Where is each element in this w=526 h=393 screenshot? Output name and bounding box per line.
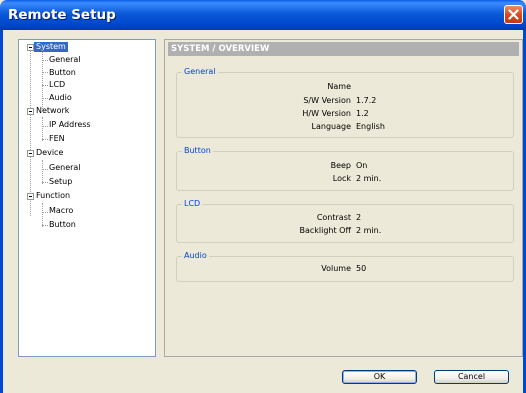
language-label: Language	[311, 122, 351, 131]
tree-connector	[42, 182, 48, 183]
lcd-group: LCD Contrast 2 Backlight Off 2 min.	[176, 199, 514, 243]
tree-connector	[42, 139, 48, 140]
tree-item-network[interactable]: Network	[36, 106, 69, 116]
button-group: Button Beep On Lock 2 min.	[176, 146, 514, 191]
cancel-button[interactable]: Cancel	[434, 370, 509, 384]
sw-version-value: 1.7.2	[356, 96, 377, 105]
tree-connector	[42, 212, 48, 213]
tree-item-device[interactable]: Device	[36, 148, 63, 158]
tree-item-device-general[interactable]: General	[49, 163, 81, 173]
ok-button[interactable]: OK	[342, 370, 417, 384]
tree-item-system-lcd[interactable]: LCD	[49, 80, 65, 90]
backlight-off-value: 2 min.	[356, 226, 382, 235]
collapse-toggle-icon[interactable]	[27, 193, 34, 200]
remote-setup-window: Remote Setup System General Button LCD A…	[0, 0, 526, 393]
general-group-title: General	[182, 67, 218, 77]
general-group: General Name S/W Version 1.7.2 H/W Versi…	[176, 67, 514, 138]
tree-connector	[42, 60, 48, 61]
collapse-toggle-icon[interactable]	[27, 44, 34, 51]
lock-label: Lock	[332, 174, 351, 183]
tree-item-network-ip-address[interactable]: IP Address	[49, 120, 91, 130]
tree-item-system[interactable]: System	[34, 42, 68, 52]
collapse-toggle-icon[interactable]	[27, 150, 34, 157]
volume-value: 50	[356, 264, 367, 273]
section-title: SYSTEM / OVERVIEW	[171, 44, 270, 54]
backlight-off-label: Backlight Off	[299, 226, 351, 235]
tree-connector	[42, 117, 43, 141]
section-header: SYSTEM / OVERVIEW	[168, 42, 519, 56]
beep-value: On	[356, 161, 368, 170]
tree-item-network-fen[interactable]: FEN	[49, 134, 65, 144]
volume-label: Volume	[321, 264, 351, 273]
sw-version-label: S/W Version	[303, 96, 351, 105]
tree-connector	[42, 98, 48, 99]
tree-connector	[42, 160, 43, 184]
lock-value: 2 min.	[356, 174, 382, 183]
navigation-tree[interactable]: System General Button LCD Audio Network …	[18, 39, 156, 357]
audio-group: Audio Volume 50	[176, 251, 514, 282]
close-button[interactable]	[504, 5, 523, 24]
tree-connector	[42, 203, 43, 227]
hw-version-value: 1.2	[356, 109, 369, 118]
contrast-value: 2	[356, 213, 362, 222]
collapse-toggle-icon[interactable]	[27, 108, 34, 115]
tree-connector	[42, 225, 48, 226]
close-icon	[508, 9, 519, 20]
button-group-title: Button	[182, 146, 213, 156]
tree-item-function-macro[interactable]: Macro	[49, 206, 73, 216]
tree-connector	[42, 169, 48, 170]
language-value: English	[356, 122, 385, 131]
tree-connector	[42, 85, 48, 86]
tree-item-device-setup[interactable]: Setup	[49, 177, 72, 187]
tree-item-function-button[interactable]: Button	[49, 220, 76, 230]
beep-label: Beep	[330, 161, 351, 170]
window-frame-left	[0, 30, 3, 393]
window-title: Remote Setup	[8, 7, 116, 23]
title-bar[interactable]: Remote Setup	[0, 0, 526, 30]
audio-group-title: Audio	[182, 251, 209, 261]
tree-item-system-audio[interactable]: Audio	[49, 93, 72, 103]
tree-connector	[42, 72, 48, 73]
name-label: Name	[327, 82, 351, 91]
hw-version-label: H/W Version	[302, 109, 351, 118]
tree-connector	[30, 49, 31, 216]
tree-connector	[42, 126, 48, 127]
tree-item-system-general[interactable]: General	[49, 55, 81, 65]
lcd-group-title: LCD	[182, 199, 203, 209]
tree-item-system-button[interactable]: Button	[49, 68, 76, 78]
contrast-label: Contrast	[316, 213, 351, 222]
tree-item-function[interactable]: Function	[36, 191, 70, 201]
